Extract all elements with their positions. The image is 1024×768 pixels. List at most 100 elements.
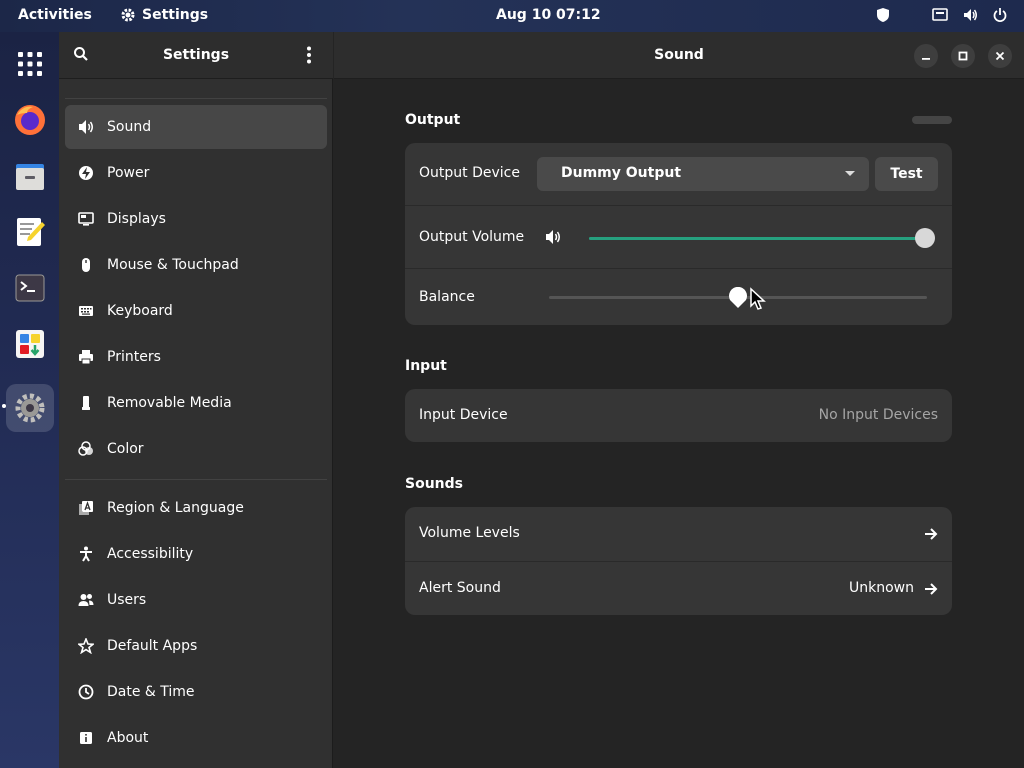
dock-terminal[interactable] — [6, 264, 54, 312]
slider-knob[interactable] — [915, 228, 935, 248]
firefox-icon — [15, 105, 45, 135]
output-device-dropdown[interactable]: Dummy Output — [537, 157, 869, 191]
test-button[interactable]: Test — [875, 157, 938, 191]
gear-icon — [121, 8, 135, 22]
sidebar-item-label: Users — [107, 592, 147, 608]
arrow-right-icon — [925, 528, 938, 540]
dock-text-editor[interactable] — [6, 208, 54, 256]
sidebar-item-printers[interactable]: Printers — [65, 335, 327, 379]
dock-firefox[interactable] — [6, 96, 54, 144]
dock-files[interactable] — [6, 152, 54, 200]
output-card: Output Device Dummy Output Test Output V… — [405, 143, 952, 325]
sidebar-item-label: Mouse & Touchpad — [107, 257, 239, 273]
sidebar-item-label: Accessibility — [107, 546, 194, 562]
sidebar-item-label: Default Apps — [107, 638, 198, 654]
sidebar-item-accessibility[interactable]: Accessibility — [65, 532, 327, 576]
main-panel: Sound Output Output Device Dummy Output … — [334, 32, 1024, 768]
dock-settings[interactable] — [6, 384, 54, 432]
sounds-section-title: Sounds — [405, 476, 463, 492]
shield-icon — [877, 8, 889, 22]
sidebar: Settings Sound Power Displays Mouse & Touch… — [59, 32, 333, 768]
sidebar-separator — [65, 98, 327, 99]
alert-sound-row[interactable]: Alert Sound Unknown — [405, 562, 952, 615]
volume-levels-label: Volume Levels — [419, 525, 520, 541]
input-device-row[interactable]: Input Device No Input Devices — [405, 389, 952, 442]
output-volume-row: Output Volume — [405, 206, 952, 269]
sidebar-item-label: Power — [107, 165, 150, 181]
arrow-right-icon — [925, 583, 938, 595]
kebab-menu-icon — [307, 46, 311, 64]
output-volume-label: Output Volume — [419, 229, 525, 245]
sidebar-item-sound[interactable]: Sound — [65, 105, 327, 149]
main-menu-button[interactable] — [301, 46, 317, 66]
input-device-label: Input Device — [419, 407, 508, 423]
sidebar-item-displays[interactable]: Displays — [65, 197, 327, 241]
output-volume-slider[interactable] — [589, 228, 935, 248]
sidebar-item-power[interactable]: Power — [65, 151, 327, 195]
volume-icon — [964, 9, 977, 21]
sidebar-item-label: Color — [107, 441, 144, 457]
sidebar-item-region-language[interactable]: Region & Language — [65, 486, 327, 530]
input-section-title: Input — [405, 358, 447, 374]
clock[interactable]: Aug 10 07:12 — [496, 7, 601, 23]
speaker-icon — [65, 119, 107, 135]
dock-software[interactable] — [6, 320, 54, 368]
input-device-value: No Input Devices — [818, 407, 938, 423]
usb-drive-icon — [65, 395, 107, 411]
top-bar: Activities Settings Aug 10 07:12 — [0, 0, 1024, 32]
alert-sound-label: Alert Sound — [419, 580, 501, 596]
app-grid-button[interactable] — [6, 40, 54, 88]
settings-window: Settings Sound Power Displays Mouse & Touch… — [59, 32, 1024, 768]
power-bolt-icon — [65, 165, 107, 181]
mouse-cursor-icon — [750, 287, 766, 310]
minimize-icon — [922, 58, 930, 60]
alert-sound-value: Unknown — [849, 580, 914, 596]
slider-knob[interactable] — [728, 286, 748, 309]
balance-row: Balance — [405, 269, 952, 325]
sidebar-item-label: About — [107, 730, 149, 746]
sidebar-item-label: Date & Time — [107, 684, 195, 700]
display-icon — [65, 211, 107, 227]
maximize-icon — [958, 51, 968, 61]
power-icon — [993, 8, 1007, 22]
activities-button[interactable]: Activities — [18, 7, 92, 23]
sidebar-item-default-apps[interactable]: Default Apps — [65, 624, 327, 668]
settings-gear-icon — [15, 393, 45, 423]
app-grid-icon — [18, 52, 42, 76]
speaker-icon — [546, 230, 560, 244]
clock-icon — [65, 684, 107, 700]
sidebar-item-label: Region & Language — [107, 500, 244, 516]
sidebar-item-mouse-touchpad[interactable]: Mouse & Touchpad — [65, 243, 327, 287]
input-card: Input Device No Input Devices — [405, 389, 952, 442]
minimize-button[interactable] — [914, 44, 938, 68]
slider-fill — [589, 237, 925, 240]
sidebar-item-label: Keyboard — [107, 303, 173, 319]
sidebar-item-about[interactable]: About — [65, 716, 327, 760]
app-menu[interactable]: Settings — [120, 7, 208, 23]
sidebar-header: Settings — [59, 32, 333, 79]
output-device-value: Dummy Output — [561, 165, 682, 181]
dock — [0, 32, 59, 768]
output-section-title: Output — [405, 112, 461, 128]
sidebar-item-color[interactable]: Color — [65, 427, 327, 471]
system-tray[interactable] — [876, 7, 1008, 23]
balance-slider[interactable] — [549, 286, 927, 309]
sounds-card: Volume Levels Alert Sound Unknown — [405, 507, 952, 615]
terminal-icon — [15, 274, 45, 302]
sidebar-item-label: Printers — [107, 349, 161, 365]
info-icon — [65, 730, 107, 746]
sidebar-item-label: Sound — [107, 119, 152, 135]
close-button[interactable] — [988, 44, 1012, 68]
sidebar-item-label: Displays — [107, 211, 166, 227]
sidebar-item-date-time[interactable]: Date & Time — [65, 670, 327, 714]
color-icon — [65, 441, 107, 457]
maximize-button[interactable] — [951, 44, 975, 68]
volume-levels-row[interactable]: Volume Levels — [405, 507, 952, 562]
text-editor-icon — [17, 218, 45, 246]
printer-icon — [65, 349, 107, 365]
sidebar-item-keyboard[interactable]: Keyboard — [65, 289, 327, 333]
sidebar-title: Settings — [162, 47, 230, 63]
sidebar-item-users[interactable]: Users — [65, 578, 327, 622]
sidebar-item-removable-media[interactable]: Removable Media — [65, 381, 327, 425]
chevron-down-icon — [845, 171, 855, 176]
